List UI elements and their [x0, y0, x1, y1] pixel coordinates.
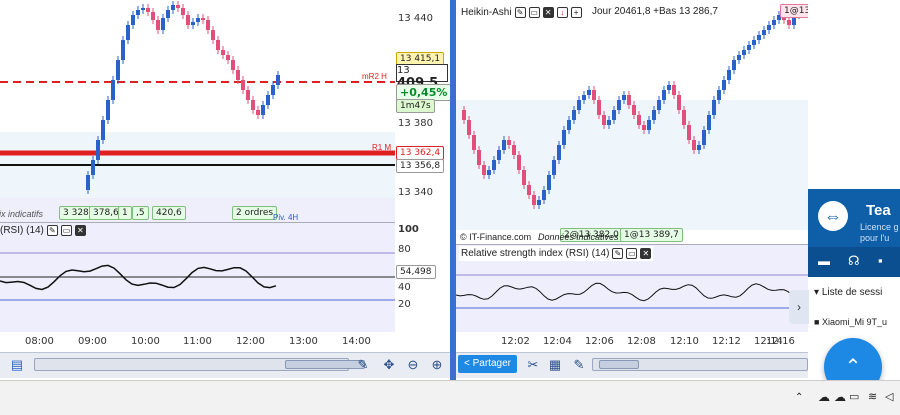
teamviewer-licence: Licence g	[860, 222, 899, 232]
time-label: 12:02	[501, 336, 530, 347]
time-label: 12:12	[712, 336, 741, 347]
scroll-thumb[interactable]	[599, 360, 639, 369]
expand-side-button[interactable]: ›	[789, 290, 809, 324]
volume-icon[interactable]: ◁	[885, 390, 893, 403]
cloud-icon-2[interactable]: ☁	[834, 390, 846, 404]
session-list-text: Liste de sessi	[821, 287, 883, 298]
chat-icon[interactable]: ▪	[878, 253, 883, 268]
user-icon: ■	[814, 317, 820, 327]
time-label: 13:00	[289, 336, 318, 347]
battery-icon[interactable]: ▭	[849, 390, 859, 403]
header-info: Jour 20461,8 +Bas 13 286,7	[592, 6, 718, 17]
order-tag[interactable]: 420,6	[152, 206, 186, 220]
calculator-icon[interactable]: ▦	[546, 356, 564, 374]
share-icon: <	[464, 358, 470, 369]
time-label: 12:04	[543, 336, 572, 347]
time-label: 10:00	[131, 336, 160, 347]
indicator-text: Prix indicatifs	[0, 209, 44, 219]
black-line-tag: 13 356,8	[396, 159, 445, 173]
time-label: 12:16	[766, 336, 795, 347]
wrench-icon[interactable]: ✎	[514, 7, 526, 18]
rsi-value-tag: 54,498	[396, 265, 436, 279]
tray-chevron-icon[interactable]: ⌃	[795, 392, 803, 403]
session-list-label[interactable]: ▾ Liste de sessi	[814, 287, 882, 298]
order-tag-bottom[interactable]: 1@13 389,7	[620, 228, 683, 242]
left-price-chart[interactable]	[0, 0, 395, 222]
time-label: 14:00	[342, 336, 371, 347]
teamviewer-icon-row: ▬ ☊ ▪	[808, 247, 900, 277]
cloud-icon[interactable]: ☁	[818, 390, 830, 404]
order-tag[interactable]: ,5	[132, 206, 149, 220]
rsi-axis-label: 20	[398, 299, 411, 310]
right-rsi-header: Relative strength index (RSI) (14) ✎ ▭ ✕	[459, 246, 654, 261]
time-label: 12:10	[670, 336, 699, 347]
left-chart-pane[interactable]: 13 440 13 380 13 340 13 415,1 13 409,5 +…	[0, 0, 450, 352]
heikin-ashi-header: Heikin-Ashi ✎ ▭ ✕ ↓ +	[459, 5, 584, 20]
pan-icon[interactable]: ✥	[380, 356, 398, 374]
price-axis-label: 13 340	[398, 187, 433, 198]
device-name: Xiaomi_Mi 9T_u	[821, 317, 887, 327]
right-scrollbar[interactable]	[592, 358, 808, 371]
teamviewer-header: ⇔ Tea Licence g pour l'u	[808, 189, 900, 247]
device-item[interactable]: ■ Xiaomi_Mi 9T_u	[814, 317, 887, 327]
heikin-ashi-title: Heikin-Ashi	[461, 7, 512, 18]
teamviewer-licence-2: pour l'u	[860, 233, 890, 243]
wifi-icon[interactable]: ≋	[868, 390, 877, 403]
order-tag[interactable]: 1	[118, 206, 132, 220]
close-icon[interactable]: ✕	[542, 7, 554, 18]
scroll-thumb[interactable]	[285, 360, 365, 369]
time-label: 12:00	[236, 336, 265, 347]
donnees-text: Données indicatives	[538, 232, 619, 242]
window-icon[interactable]: ▭	[528, 7, 540, 18]
time-label: 12:08	[627, 336, 656, 347]
zoom-in-icon[interactable]: ⊕	[428, 356, 446, 374]
current-price-box: 13 409,5	[396, 64, 448, 91]
right-rsi-chart	[456, 274, 808, 309]
teamviewer-title: Tea	[866, 202, 891, 219]
r1-label: R1 M	[372, 143, 392, 152]
right-rsi-title: Relative strength index (RSI) (14)	[461, 248, 610, 259]
share-label: Partager	[472, 358, 511, 369]
add-icon[interactable]: +	[570, 7, 582, 18]
time-label: 12:06	[585, 336, 614, 347]
chevron-down-icon: ▾	[814, 287, 820, 298]
time-label: 09:00	[78, 336, 107, 347]
video-icon[interactable]: ▬	[818, 254, 830, 268]
share-button[interactable]: < Partager	[458, 355, 517, 373]
arrow-down-icon[interactable]: ↓	[556, 7, 568, 18]
tool-icon[interactable]: ✂	[524, 356, 542, 374]
rsi-axis-label: 40	[398, 282, 411, 293]
rsi-axis-label: 80	[398, 244, 411, 255]
rsi-axis-label: 100	[398, 224, 419, 235]
left-scrollbar[interactable]	[34, 358, 365, 371]
toolbar-icon[interactable]: ▤	[8, 356, 26, 374]
headset-icon[interactable]: ☊	[848, 253, 860, 269]
order-tag-top[interactable]: 1@13 391,0	[780, 4, 808, 18]
current-price-prefix: 13	[397, 65, 410, 76]
chevron-up-icon: ⌃	[844, 356, 862, 378]
close-icon[interactable]: ✕	[640, 248, 652, 259]
r1-value-tag: 13 362,4	[396, 146, 445, 160]
price-axis-label: 13 380	[398, 118, 433, 129]
piv-label: Piv. 4H	[273, 213, 299, 222]
time-label: 08:00	[25, 336, 54, 347]
right-chart-pane[interactable]: Heikin-Ashi ✎ ▭ ✕ ↓ + Jour 20461,8 +Bas …	[456, 0, 808, 352]
teamviewer-logo-icon: ⇔	[818, 201, 848, 231]
drawing-tool-icon[interactable]: ✎	[570, 356, 588, 374]
r2-label: mR2 H	[362, 72, 387, 81]
window-icon[interactable]: ▭	[626, 248, 638, 259]
copyright: © IT-Finance.com	[460, 232, 532, 242]
orders-badge[interactable]: 2 ordres	[232, 206, 278, 220]
zoom-out-icon[interactable]: ⊖	[404, 356, 422, 374]
countdown: 1m47s	[396, 99, 435, 113]
price-axis-label: 13 440	[398, 13, 433, 24]
right-price-chart[interactable]	[456, 0, 808, 244]
time-label: 11:00	[183, 336, 212, 347]
drawing-tool-icon[interactable]: ✎	[354, 356, 372, 374]
left-rsi-chart	[0, 252, 395, 301]
taskbar	[0, 380, 900, 415]
wrench-icon[interactable]: ✎	[612, 248, 624, 259]
